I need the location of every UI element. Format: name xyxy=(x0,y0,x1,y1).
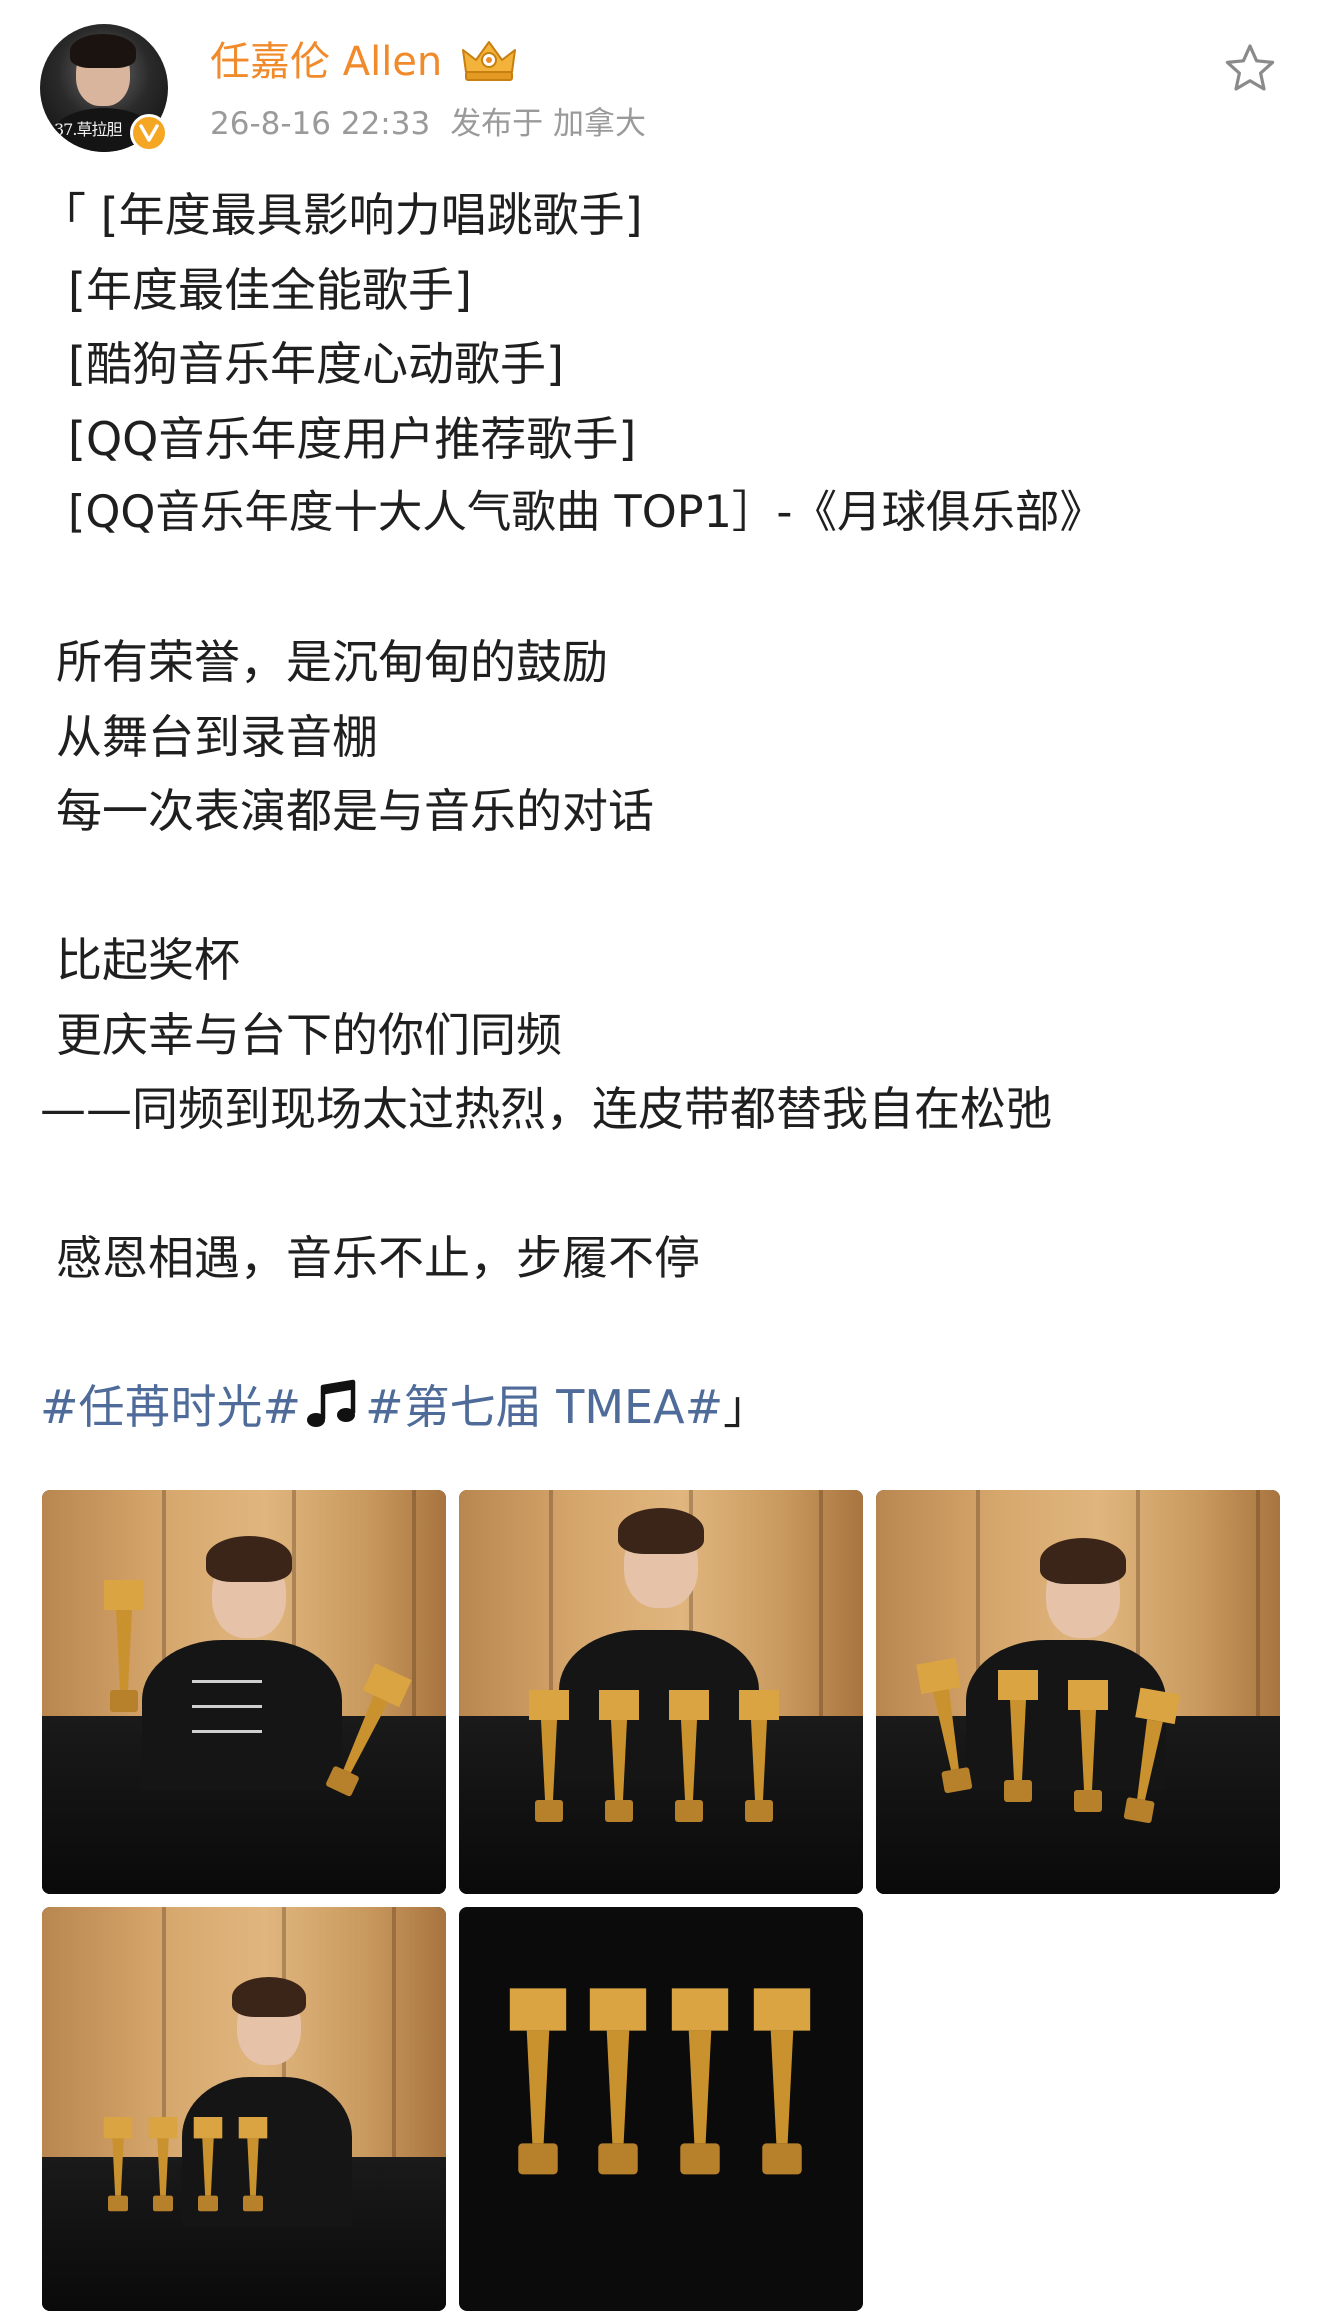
trophy-icon xyxy=(529,1690,569,1822)
post-image-2[interactable] xyxy=(459,1490,863,1894)
post-line: 每一次表演都是与音乐的对话 xyxy=(56,784,654,838)
post-image-1[interactable] xyxy=(42,1490,446,1894)
post-line: 比起奖杯 xyxy=(56,933,240,987)
post-line: 「 [年度最具影响力唱跳歌手] xyxy=(40,188,643,242)
published-label: 发布于 xyxy=(450,106,544,142)
post-line: 所有荣誉，是沉甸甸的鼓励 xyxy=(56,635,608,689)
trophy-icon xyxy=(148,2117,178,2212)
post-image-4[interactable] xyxy=(42,1907,446,2311)
post-line: 感恩相遇，音乐不止，步履不停 xyxy=(56,1231,700,1285)
trophy-icon xyxy=(1068,1680,1108,1812)
username[interactable]: 任嘉伦 Allen xyxy=(210,34,442,90)
verified-icon xyxy=(130,114,168,152)
post-line: 从舞台到录音棚 xyxy=(56,709,378,764)
trophy-icon xyxy=(671,1988,729,2175)
closing-quote: 」 xyxy=(723,1380,770,1434)
trophy-icon xyxy=(509,1988,567,2175)
hashtag-link[interactable]: #第七届 TMEA# xyxy=(365,1380,723,1434)
trophy-icon xyxy=(998,1670,1038,1802)
trophy-icon xyxy=(589,1988,647,2175)
crown-icon[interactable] xyxy=(460,38,518,84)
post-line: [年度最佳全能歌手] xyxy=(68,262,472,317)
post-image-3[interactable] xyxy=(876,1490,1280,1894)
hashtag-line: #任苒时光# #第七届 TMEA#」 xyxy=(40,1370,1300,1445)
post-line: [QQ音乐年度十大人气歌曲 TOP1］-《月球俱乐部》 xyxy=(68,487,1104,538)
location: 加拿大 xyxy=(553,106,647,142)
post-line: [QQ音乐年度用户推荐歌手] xyxy=(68,411,637,466)
hashtag-link[interactable]: #任苒时光# xyxy=(40,1380,301,1434)
trophy-icon xyxy=(103,2117,133,2212)
timestamp: 26-8-16 22:33 xyxy=(210,106,431,142)
trophy-icon xyxy=(193,2117,223,2212)
avatar-caption: 37.草拉胆 xyxy=(54,120,122,139)
post-line: [酷狗音乐年度心动歌手] xyxy=(68,337,564,391)
trophy-icon xyxy=(104,1580,144,1712)
trophy-icon xyxy=(753,1988,811,2175)
trophy-icon xyxy=(739,1690,779,1822)
star-outline-icon[interactable] xyxy=(1224,42,1276,94)
post-line: 更庆幸与台下的你们同频 xyxy=(56,1007,562,1062)
music-note-icon xyxy=(307,1379,356,1427)
trophy-icon xyxy=(238,2117,268,2212)
weibo-post-page: 37.草拉胆 任嘉伦 Allen 26-8-16 22:33 发布于 加拿大 「 … xyxy=(0,0,1320,2311)
post-line: ——同频到现场太过热烈，连皮带都替我自在松弛 xyxy=(40,1082,1052,1136)
post-text: 「 [年度最具影响力唱跳歌手] [年度最佳全能歌手] [酷狗音乐年度心动歌手] … xyxy=(40,178,1300,1445)
post-meta: 26-8-16 22:33 发布于 加拿大 xyxy=(210,102,646,146)
trophy-icon xyxy=(669,1690,709,1822)
trophy-icon xyxy=(599,1690,639,1822)
post-image-5[interactable] xyxy=(459,1907,863,2311)
